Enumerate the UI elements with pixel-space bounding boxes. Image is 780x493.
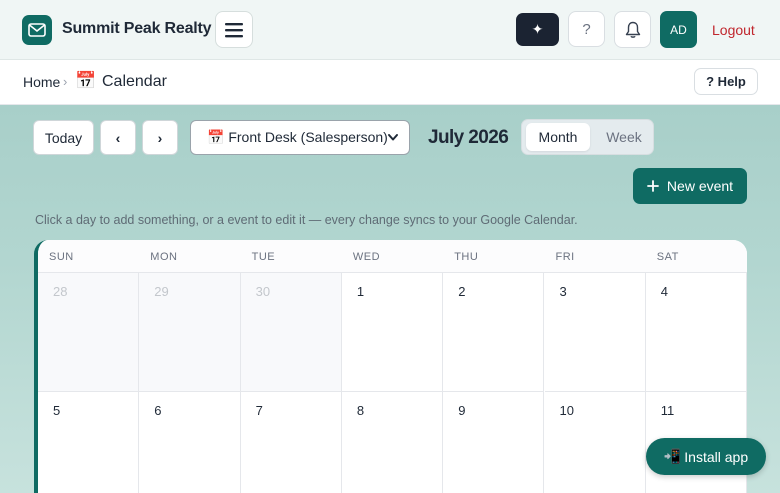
weekday-header: SUN MON TUE WED THU FRI SAT (38, 240, 747, 273)
day-number: 10 (559, 403, 574, 418)
question-icon: ? (582, 20, 591, 38)
top-bar: Summit Peak Realty ✦ ? AD Logout (0, 0, 780, 60)
calendar-select-value: 📅 Front Desk (Salesperson) (207, 129, 388, 145)
weekday-label: FRI (555, 251, 575, 263)
day-cell[interactable]: 10 (545, 392, 646, 493)
weekday-label: MON (150, 251, 178, 263)
calendar-icon: 📅 (75, 71, 97, 90)
day-number: 6 (154, 403, 162, 418)
logout-link[interactable]: Logout (712, 22, 755, 38)
calendar-select[interactable]: 📅 Front Desk (Salesperson) (190, 120, 410, 155)
assistant-button[interactable]: ✦ (516, 13, 559, 46)
day-cell[interactable]: 30 (240, 273, 342, 392)
mail-icon (28, 23, 46, 37)
day-number: 2 (458, 284, 466, 299)
new-event-button[interactable]: New event (633, 168, 747, 204)
day-cell[interactable]: 6 (139, 392, 241, 493)
hamburger-icon (225, 22, 243, 37)
weekday-label: WED (352, 251, 381, 263)
day-number: 9 (458, 403, 466, 418)
calendar-page: Today ‹ › 📅 Front Desk (Salesperson) Jul… (0, 105, 780, 493)
month-grid: SUN MON TUE WED THU FRI SAT 28 29 30 1 2 3 4 5 6 7 8 9 10 1… (34, 240, 747, 493)
today-button[interactable]: Today (33, 120, 94, 155)
day-number: 4 (660, 284, 669, 299)
bell-icon (625, 21, 640, 38)
calendar-hint: Click a day to add something, or a event… (35, 213, 578, 227)
prev-month-button[interactable]: ‹ (100, 120, 136, 155)
day-cell[interactable]: 28 (38, 273, 140, 392)
day-number: 8 (356, 403, 365, 418)
day-cell[interactable]: 8 (342, 392, 444, 493)
install-app-label: Install app (684, 448, 749, 465)
notifications-button[interactable] (614, 11, 651, 48)
view-toggle: Month Week (521, 119, 654, 155)
menu-button[interactable] (215, 11, 253, 48)
sparkle-icon: ✦ (531, 21, 544, 37)
breadcrumb-separator: › (63, 74, 68, 89)
install-app-button[interactable]: 📲 Install app (646, 438, 766, 475)
day-cell[interactable]: 4 (645, 273, 747, 392)
day-number: 30 (255, 284, 271, 299)
help-button[interactable]: ? (568, 11, 605, 47)
view-week-button[interactable]: Week (598, 123, 650, 151)
page-title: Calendar (102, 73, 167, 90)
day-cell[interactable]: 7 (241, 392, 342, 493)
avatar[interactable]: AD (660, 11, 697, 48)
day-cell[interactable]: 2 (443, 273, 545, 392)
weekday-label: SAT (656, 251, 679, 263)
day-number: 29 (154, 284, 169, 299)
day-cell[interactable]: 1 (341, 273, 444, 392)
breadcrumb: Home › 📅 Calendar (0, 60, 780, 105)
next-month-button[interactable]: › (142, 120, 178, 155)
day-number: 11 (660, 403, 675, 418)
phone-icon: 📲 (663, 448, 682, 464)
day-number: 3 (559, 284, 567, 299)
day-number: 5 (53, 403, 61, 418)
view-month-button[interactable]: Month (526, 123, 590, 151)
logo[interactable] (22, 15, 52, 45)
plus-icon (647, 180, 659, 192)
new-event-label: New event (666, 178, 734, 194)
month-title: July 2026 (428, 127, 509, 148)
weekday-label: THU (454, 251, 479, 263)
brand-name: Summit Peak Realty (62, 20, 212, 37)
day-number: 1 (356, 284, 365, 299)
help-link-button[interactable]: ? Help (694, 68, 758, 95)
day-number: 28 (53, 284, 68, 299)
day-cell[interactable]: 29 (139, 273, 241, 392)
day-number: 7 (255, 403, 263, 418)
day-cell[interactable]: 3 (544, 273, 646, 392)
chevron-down-icon (388, 134, 398, 141)
breadcrumb-home[interactable]: Home (23, 74, 60, 90)
weekday-label: SUN (49, 251, 74, 263)
day-cell[interactable]: 5 (38, 392, 140, 493)
weekday-label: TUE (251, 251, 276, 263)
day-cell[interactable]: 9 (443, 392, 545, 493)
